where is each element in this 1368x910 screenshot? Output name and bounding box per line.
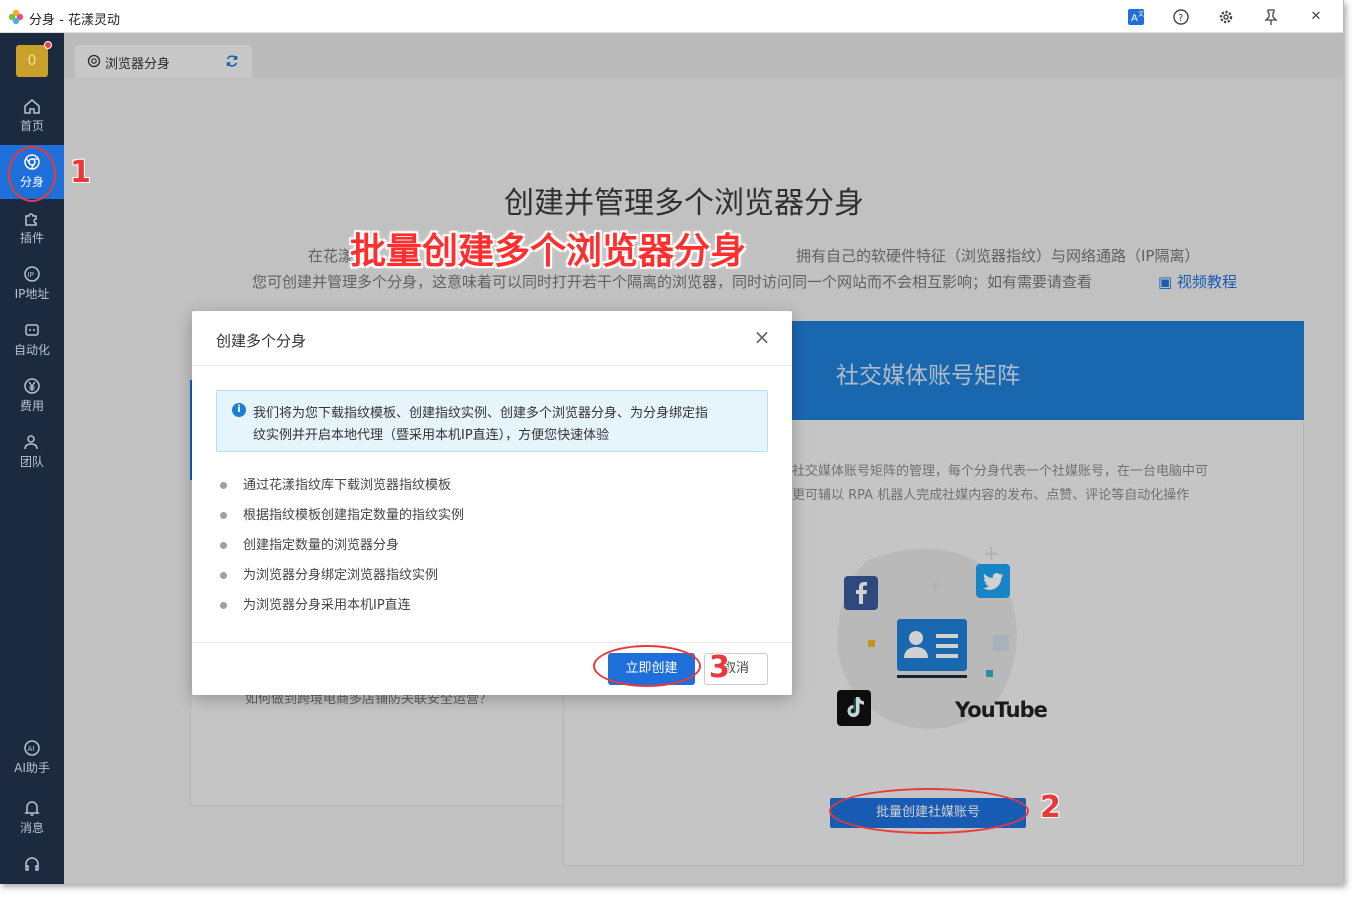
avatar[interactable]: 0: [16, 45, 48, 77]
yen-icon: [24, 378, 40, 394]
sidebar-item-ai[interactable]: AI AI助手: [0, 731, 64, 785]
list-item: 创建指定数量的浏览器分身: [220, 534, 399, 553]
create-multiple-clones-dialog: 创建多个分身 × i 我们将为您下载指纹模板、创建指纹实例、创建多个浏览器分身、…: [192, 311, 792, 695]
close-icon[interactable]: ✕: [1307, 8, 1325, 26]
sidebar-item-label: 自动化: [13, 343, 50, 357]
divider: [192, 365, 792, 366]
info-text-line-2: 纹实例并开启本地代理（暨采用本机IP直连），方便您快速体验: [253, 428, 610, 443]
svg-text:文: 文: [1138, 10, 1144, 18]
sidebar-item-messages[interactable]: 消息: [0, 791, 64, 845]
bell-icon: [24, 801, 40, 816]
help-icon[interactable]: ?: [1172, 8, 1190, 26]
sidebar-item-home[interactable]: 首页: [0, 89, 64, 143]
title-bar: 分身 - 花漾灵动 A文 ? ✕: [0, 0, 1343, 33]
ai-icon: AI: [24, 740, 40, 756]
team-icon: [24, 435, 38, 450]
annotation-ring-2: [829, 788, 1029, 834]
svg-text:AI: AI: [28, 745, 35, 753]
app-window: 分身 - 花漾灵动 A文 ? ✕ 0 首页 分身 插件 IP IP地址 自动化 …: [0, 0, 1344, 884]
svg-text:IP: IP: [28, 271, 34, 279]
notification-dot: [44, 41, 52, 49]
app-logo-icon: [8, 9, 24, 25]
info-alert: i 我们将为您下载指纹模板、创建指纹实例、创建多个浏览器分身、为分身绑定指 纹实…: [216, 390, 768, 452]
annotation-ring-1: [8, 146, 56, 202]
ip-icon: IP: [24, 266, 40, 282]
sidebar-item-automation[interactable]: 自动化: [0, 313, 64, 367]
sidebar-item-label: AI助手: [14, 761, 50, 775]
list-item: 为浏览器分身绑定浏览器指纹实例: [220, 564, 438, 583]
translate-icon[interactable]: A文: [1127, 8, 1145, 26]
list-item: 根据指纹模板创建指定数量的指纹实例: [220, 504, 464, 523]
annotation-number-1: 1: [70, 155, 91, 190]
sidebar-item-billing[interactable]: 费用: [0, 369, 64, 423]
headset-icon: [25, 857, 39, 871]
gear-icon[interactable]: [1217, 8, 1235, 26]
sidebar-item-support[interactable]: [0, 847, 64, 877]
dialog-title: 创建多个分身: [216, 332, 307, 350]
close-icon[interactable]: ×: [752, 327, 772, 347]
sidebar-item-label: 团队: [19, 455, 44, 469]
info-icon: i: [232, 403, 246, 417]
sidebar-item-ip[interactable]: IP IP地址: [0, 257, 64, 311]
divider: [192, 642, 792, 643]
info-text-line-1: 我们将为您下载指纹模板、创建指纹实例、创建多个浏览器分身、为分身绑定指: [253, 406, 709, 421]
sidebar-item-label: IP地址: [14, 287, 50, 301]
pin-icon[interactable]: [1262, 8, 1280, 26]
home-icon: [24, 99, 40, 114]
sidebar-item-label: 首页: [19, 119, 44, 133]
sidebar-item-team[interactable]: 团队: [0, 425, 64, 479]
annotation-ring-3: [593, 645, 701, 687]
sidebar-item-label: 消息: [19, 821, 44, 835]
list-item: 通过花漾指纹库下载浏览器指纹模板: [220, 474, 451, 493]
annotation-number-2: 2: [1040, 790, 1061, 825]
svg-text:A: A: [1131, 13, 1138, 24]
sidebar-item-label: 插件: [19, 231, 44, 245]
sidebar-item-label: 费用: [19, 399, 44, 413]
list-item: 为浏览器分身采用本机IP直连: [220, 594, 411, 613]
svg-text:?: ?: [1178, 13, 1183, 24]
robot-icon: [25, 324, 39, 336]
window-title: 分身 - 花漾灵动: [29, 13, 120, 28]
promo-caption: 批量创建多个浏览器分身: [350, 231, 747, 272]
annotation-number-3: 3: [709, 650, 730, 685]
